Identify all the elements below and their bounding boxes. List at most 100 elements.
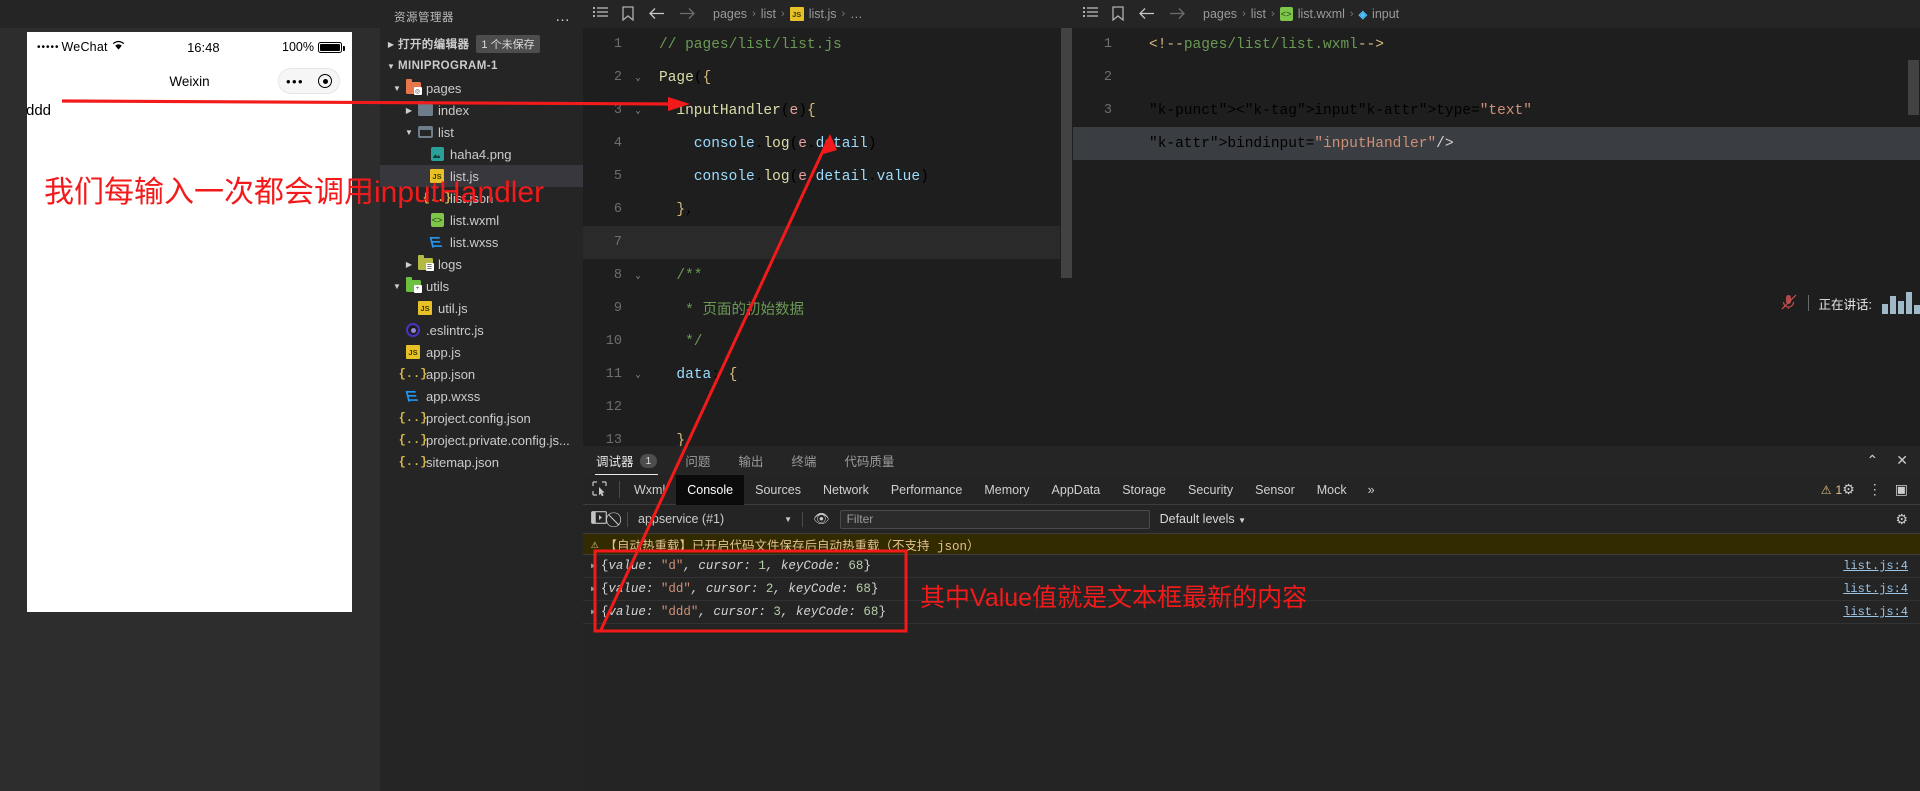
breadcrumb-tail[interactable]: input [1372, 7, 1399, 21]
code-line[interactable]: 7 [583, 226, 1073, 259]
breadcrumb-pages[interactable]: pages [1203, 7, 1237, 21]
back-arrow-icon[interactable] [648, 7, 665, 22]
console-filter-input[interactable]: Filter [839, 509, 1150, 529]
chevron-right-icon[interactable]: ▶ [402, 106, 416, 115]
bookmark-icon[interactable] [622, 5, 634, 23]
tree-item-index[interactable]: ▶ index [380, 99, 583, 121]
chevron-down-icon[interactable]: ▼ [390, 282, 404, 291]
code-text[interactable]: "k-punct">< [1135, 103, 1245, 119]
tree-item-utils[interactable]: ▼ + utils [380, 275, 583, 297]
breadcrumb-wxml[interactable]: pages › list › <> list.wxml › ◈ input [1203, 7, 1399, 21]
devtools-tab-network[interactable]: Network [812, 475, 880, 505]
code-line[interactable]: 11 ⌄ data: { [583, 358, 1073, 391]
devtools-tab-wxml[interactable]: Wxml [623, 475, 676, 505]
devtools-tab-memory[interactable]: Memory [973, 475, 1040, 505]
code-text[interactable]: console.log(e.detail) [645, 136, 877, 152]
code-text[interactable]: <!--pages/list/list.wxml--> [1135, 37, 1384, 53]
console-settings-icon[interactable]: ⚙ [1895, 511, 1920, 528]
chevron-down-icon[interactable]: ▼ [402, 128, 416, 137]
breadcrumb-js[interactable]: pages › list › JS list.js › … [713, 7, 863, 21]
log-levels-dropdown[interactable]: Default levels ▼ [1160, 512, 1246, 526]
code-text[interactable]: "k-attr">bindinput [1135, 136, 1306, 152]
outline-icon[interactable] [593, 7, 608, 21]
warning-indicator[interactable]: ⚠ 1 [1821, 483, 1842, 497]
context-label[interactable]: appservice (#1) [638, 512, 724, 526]
code-text[interactable]: /** [645, 268, 702, 284]
editor-scrollbar-js[interactable] [1060, 28, 1073, 446]
panel-tab-调试器[interactable]: 调试器 1 [595, 446, 658, 475]
code-line[interactable]: 12 [583, 391, 1073, 424]
back-arrow-icon[interactable] [1138, 7, 1155, 22]
kebab-menu-icon[interactable]: ⋮ [1868, 481, 1882, 498]
breadcrumb-file[interactable]: list.wxml [1298, 7, 1345, 21]
code-text[interactable]: */ [645, 334, 702, 350]
breadcrumb-list[interactable]: list [1251, 7, 1266, 21]
chevron-down-icon[interactable]: ▼ [390, 84, 404, 93]
panel-tab-输出[interactable]: 输出 [737, 446, 764, 475]
breadcrumb-file[interactable]: list.js [809, 7, 837, 21]
console-sidebar-icon[interactable] [591, 511, 607, 527]
panel-tab-问题[interactable]: 问题 [684, 446, 711, 475]
tree-item--eslintrc-js[interactable]: ▶.eslintrc.js [380, 319, 583, 341]
tree-item-util-js[interactable]: ▶JSutil.js [380, 297, 583, 319]
more-dots-icon[interactable]: ••• [286, 75, 304, 88]
panel-tab-代码质量[interactable]: 代码质量 [843, 446, 895, 475]
panel-tab-终端[interactable]: 终端 [790, 446, 817, 475]
devtools-tab-performance[interactable]: Performance [880, 475, 974, 505]
tree-item-list-wxml[interactable]: ▶<>list.wxml [380, 209, 583, 231]
expand-arrow-icon[interactable]: ▶ [591, 584, 596, 594]
code-line[interactable]: 3 "k-punct">< "k-tag" >input "k-attr" >type=… [1073, 94, 1920, 127]
fold-chevron-icon[interactable]: ⌄ [631, 73, 645, 83]
code-content-js[interactable]: 1// pages/list/list.js 2 ⌄ Page({3 ⌄ inputHa… [583, 28, 1073, 457]
tree-item-list[interactable]: ▼ list [380, 121, 583, 143]
code-text[interactable]: * 页面的初始数据 [645, 298, 804, 319]
forward-arrow-icon[interactable] [679, 7, 696, 22]
code-line[interactable]: 4 console.log(e.detail) [583, 127, 1073, 160]
gear-icon[interactable]: ⚙ [1842, 481, 1855, 498]
devtools-tab-appdata[interactable]: AppData [1041, 475, 1112, 505]
chevron-right-icon[interactable]: ▶ [402, 260, 416, 269]
breadcrumb-pages[interactable]: pages [713, 7, 747, 21]
code-text[interactable]: console.log(e.detail.value) [645, 169, 929, 185]
scrollbar-thumb[interactable] [1908, 60, 1919, 115]
code-text[interactable]: }, [645, 202, 693, 218]
tree-item-app-js[interactable]: ▶JSapp.js [380, 341, 583, 363]
code-line[interactable]: 8 ⌄ /** [583, 259, 1073, 292]
tree-item-sitemap-json[interactable]: ▶{..}sitemap.json [380, 451, 583, 473]
forward-arrow-icon[interactable] [1169, 7, 1186, 22]
dock-icon[interactable]: ▣ [1895, 481, 1908, 498]
devtools-tab-storage[interactable]: Storage [1111, 475, 1177, 505]
code-line[interactable]: 6 }, [583, 193, 1073, 226]
scrollbar-thumb[interactable] [1061, 28, 1072, 278]
chevron-right-icon[interactable]: ▶ [384, 40, 398, 49]
fold-chevron-icon[interactable]: ⌄ [631, 106, 645, 116]
code-line[interactable]: 2 ⌄ Page({ [583, 61, 1073, 94]
inspect-element-icon[interactable] [583, 480, 616, 499]
project-root-row[interactable]: ▼ MINIPROGRAM-1 [380, 55, 583, 77]
code-line[interactable]: "k-attr">bindinput = "inputHandler"/> [1073, 127, 1920, 160]
devtools-tab-mock[interactable]: Mock [1306, 475, 1358, 505]
code-line[interactable]: 5 console.log(e.detail.value) [583, 160, 1073, 193]
breadcrumb-tail[interactable]: … [850, 7, 863, 21]
open-editors-row[interactable]: ▶ 打开的编辑器 1 个未保存 [380, 33, 583, 55]
capsule-menu[interactable]: ••• [278, 68, 340, 94]
code-line[interactable]: 3 ⌄ inputHandler(e){ [583, 94, 1073, 127]
devtools-tab-sources[interactable]: Sources [744, 475, 812, 505]
console-source-link[interactable]: list.js:4 [1843, 582, 1908, 596]
close-panel-icon[interactable]: ✕ [1896, 452, 1908, 469]
devtools-tab-console[interactable]: Console [676, 474, 745, 505]
outline-icon[interactable] [1083, 7, 1098, 21]
code-text[interactable]: data: { [645, 367, 737, 383]
tree-item-logs[interactable]: ▶ ☰ logs [380, 253, 583, 275]
code-line[interactable]: 9 * 页面的初始数据 [583, 292, 1073, 325]
eye-icon[interactable]: 👁 [813, 511, 830, 527]
expand-arrow-icon[interactable]: ▶ [591, 607, 596, 617]
tree-item-app-wxss[interactable]: ▶ヨapp.wxss [380, 385, 583, 407]
devtools-tab-sensor[interactable]: Sensor [1244, 475, 1306, 505]
devtools-tab-security[interactable]: Security [1177, 475, 1244, 505]
console-source-link[interactable]: list.js:4 [1843, 559, 1908, 573]
overflow-tabs-icon[interactable]: » [1358, 483, 1385, 497]
tree-item-project-config-json[interactable]: ▶{..}project.config.json [380, 407, 583, 429]
chevron-down-icon[interactable]: ▼ [384, 62, 398, 71]
tree-item-project-private-config-js---[interactable]: ▶{..}project.private.config.js... [380, 429, 583, 451]
